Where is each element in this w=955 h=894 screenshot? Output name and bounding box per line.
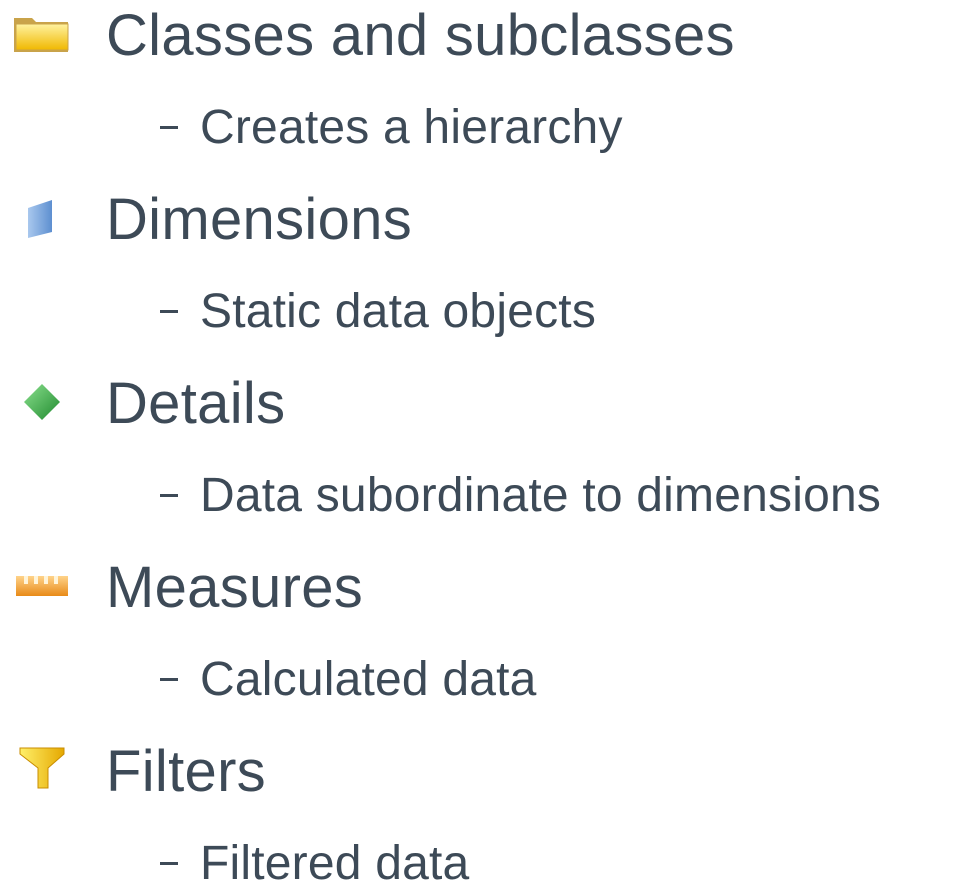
item-subtitle-text: Data subordinate to dimensions xyxy=(200,469,882,522)
item-subtitle-text: Calculated data xyxy=(200,653,537,706)
dash-marker xyxy=(160,282,200,342)
detail-diamond-icon xyxy=(12,380,72,424)
dash-marker xyxy=(160,98,200,158)
item-title: Dimensions xyxy=(106,187,412,252)
item-title: Filters xyxy=(106,739,266,804)
item-subtitle: Data subordinate to dimensions xyxy=(160,466,881,526)
item-title: Measures xyxy=(106,555,364,620)
item-subtitle: Creates a hierarchy xyxy=(160,98,623,158)
dash-marker xyxy=(160,650,200,710)
folder-icon xyxy=(12,14,72,58)
item-subtitle-text: Creates a hierarchy xyxy=(200,101,623,154)
dash-marker xyxy=(160,834,200,894)
item-subtitle: Calculated data xyxy=(160,650,537,710)
dimension-icon xyxy=(12,196,72,240)
item-title: Details xyxy=(106,371,286,436)
dash-marker xyxy=(160,466,200,526)
item-subtitle-text: Static data objects xyxy=(200,285,597,338)
filter-funnel-icon xyxy=(12,744,72,789)
measure-ruler-icon xyxy=(12,570,72,614)
item-subtitle: Filtered data xyxy=(160,834,469,894)
item-subtitle: Static data objects xyxy=(160,282,596,342)
item-title: Classes and subclasses xyxy=(106,3,735,68)
item-subtitle-text: Filtered data xyxy=(200,837,470,890)
